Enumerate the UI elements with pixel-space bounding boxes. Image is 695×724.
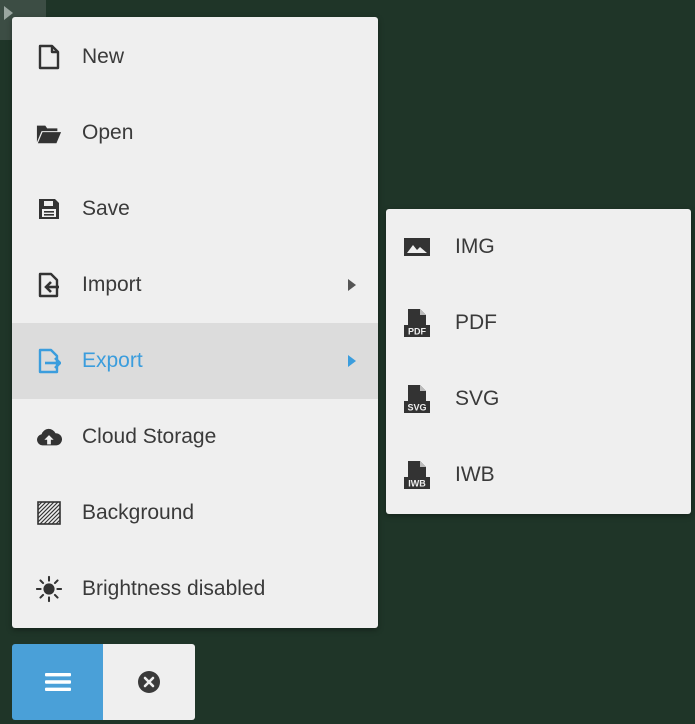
menu-item-export[interactable]: Export [12,323,378,399]
export-icon [36,348,62,374]
iwb-file-icon: IWB [403,460,431,490]
submenu-item-label: IWB [455,463,495,486]
submenu-arrow-icon [348,279,356,291]
menu-item-label: Export [82,349,143,372]
menu-item-background[interactable]: Background [12,475,378,551]
save-icon [36,196,62,222]
menu-item-open[interactable]: Open [12,95,378,171]
menu-item-label: Brightness disabled [82,577,266,600]
pdf-badge: PDF [408,327,427,337]
submenu-arrow-icon [348,355,356,367]
submenu-item-pdf[interactable]: PDF PDF [386,285,691,361]
menu-item-new[interactable]: New [12,19,378,95]
pdf-file-icon: PDF [403,308,431,338]
submenu-item-label: SVG [455,387,500,410]
submenu-item-label: IMG [455,235,495,258]
menu-item-label: Open [82,121,134,144]
menu-item-save[interactable]: Save [12,171,378,247]
menu-item-label: Import [82,273,142,296]
svg-badge: SVG [407,403,426,413]
close-circle-icon [138,671,160,693]
close-button[interactable] [103,644,195,720]
submenu-item-label: PDF [455,311,497,334]
folder-open-icon [36,120,62,146]
iwb-badge: IWB [408,479,426,489]
cloud-upload-icon [36,424,62,450]
menu-item-label: Save [82,197,130,220]
menu-item-label: New [82,45,125,68]
submenu-item-svg[interactable]: SVG SVG [386,361,691,437]
main-menu: New Open Save Import Export Cloud Storag… [12,17,378,628]
menu-item-brightness[interactable]: Brightness disabled [12,551,378,627]
hamburger-icon [44,673,71,691]
menu-item-cloud-storage[interactable]: Cloud Storage [12,399,378,475]
menu-item-label: Background [82,501,195,524]
menu-item-label: Cloud Storage [82,425,217,448]
brightness-icon [36,575,62,603]
import-icon [36,272,62,298]
image-icon [403,232,431,262]
export-submenu: IMG PDF PDF SVG SVG IWB IWB [386,209,691,514]
new-file-icon [36,44,62,70]
submenu-item-iwb[interactable]: IWB IWB [386,437,691,513]
bottom-toolbar [12,644,195,720]
submenu-item-img[interactable]: IMG [386,209,691,285]
menu-toggle-button[interactable] [12,644,103,720]
svg-file-icon: SVG [403,384,431,414]
background-pattern-icon [36,500,62,526]
menu-item-import[interactable]: Import [12,247,378,323]
